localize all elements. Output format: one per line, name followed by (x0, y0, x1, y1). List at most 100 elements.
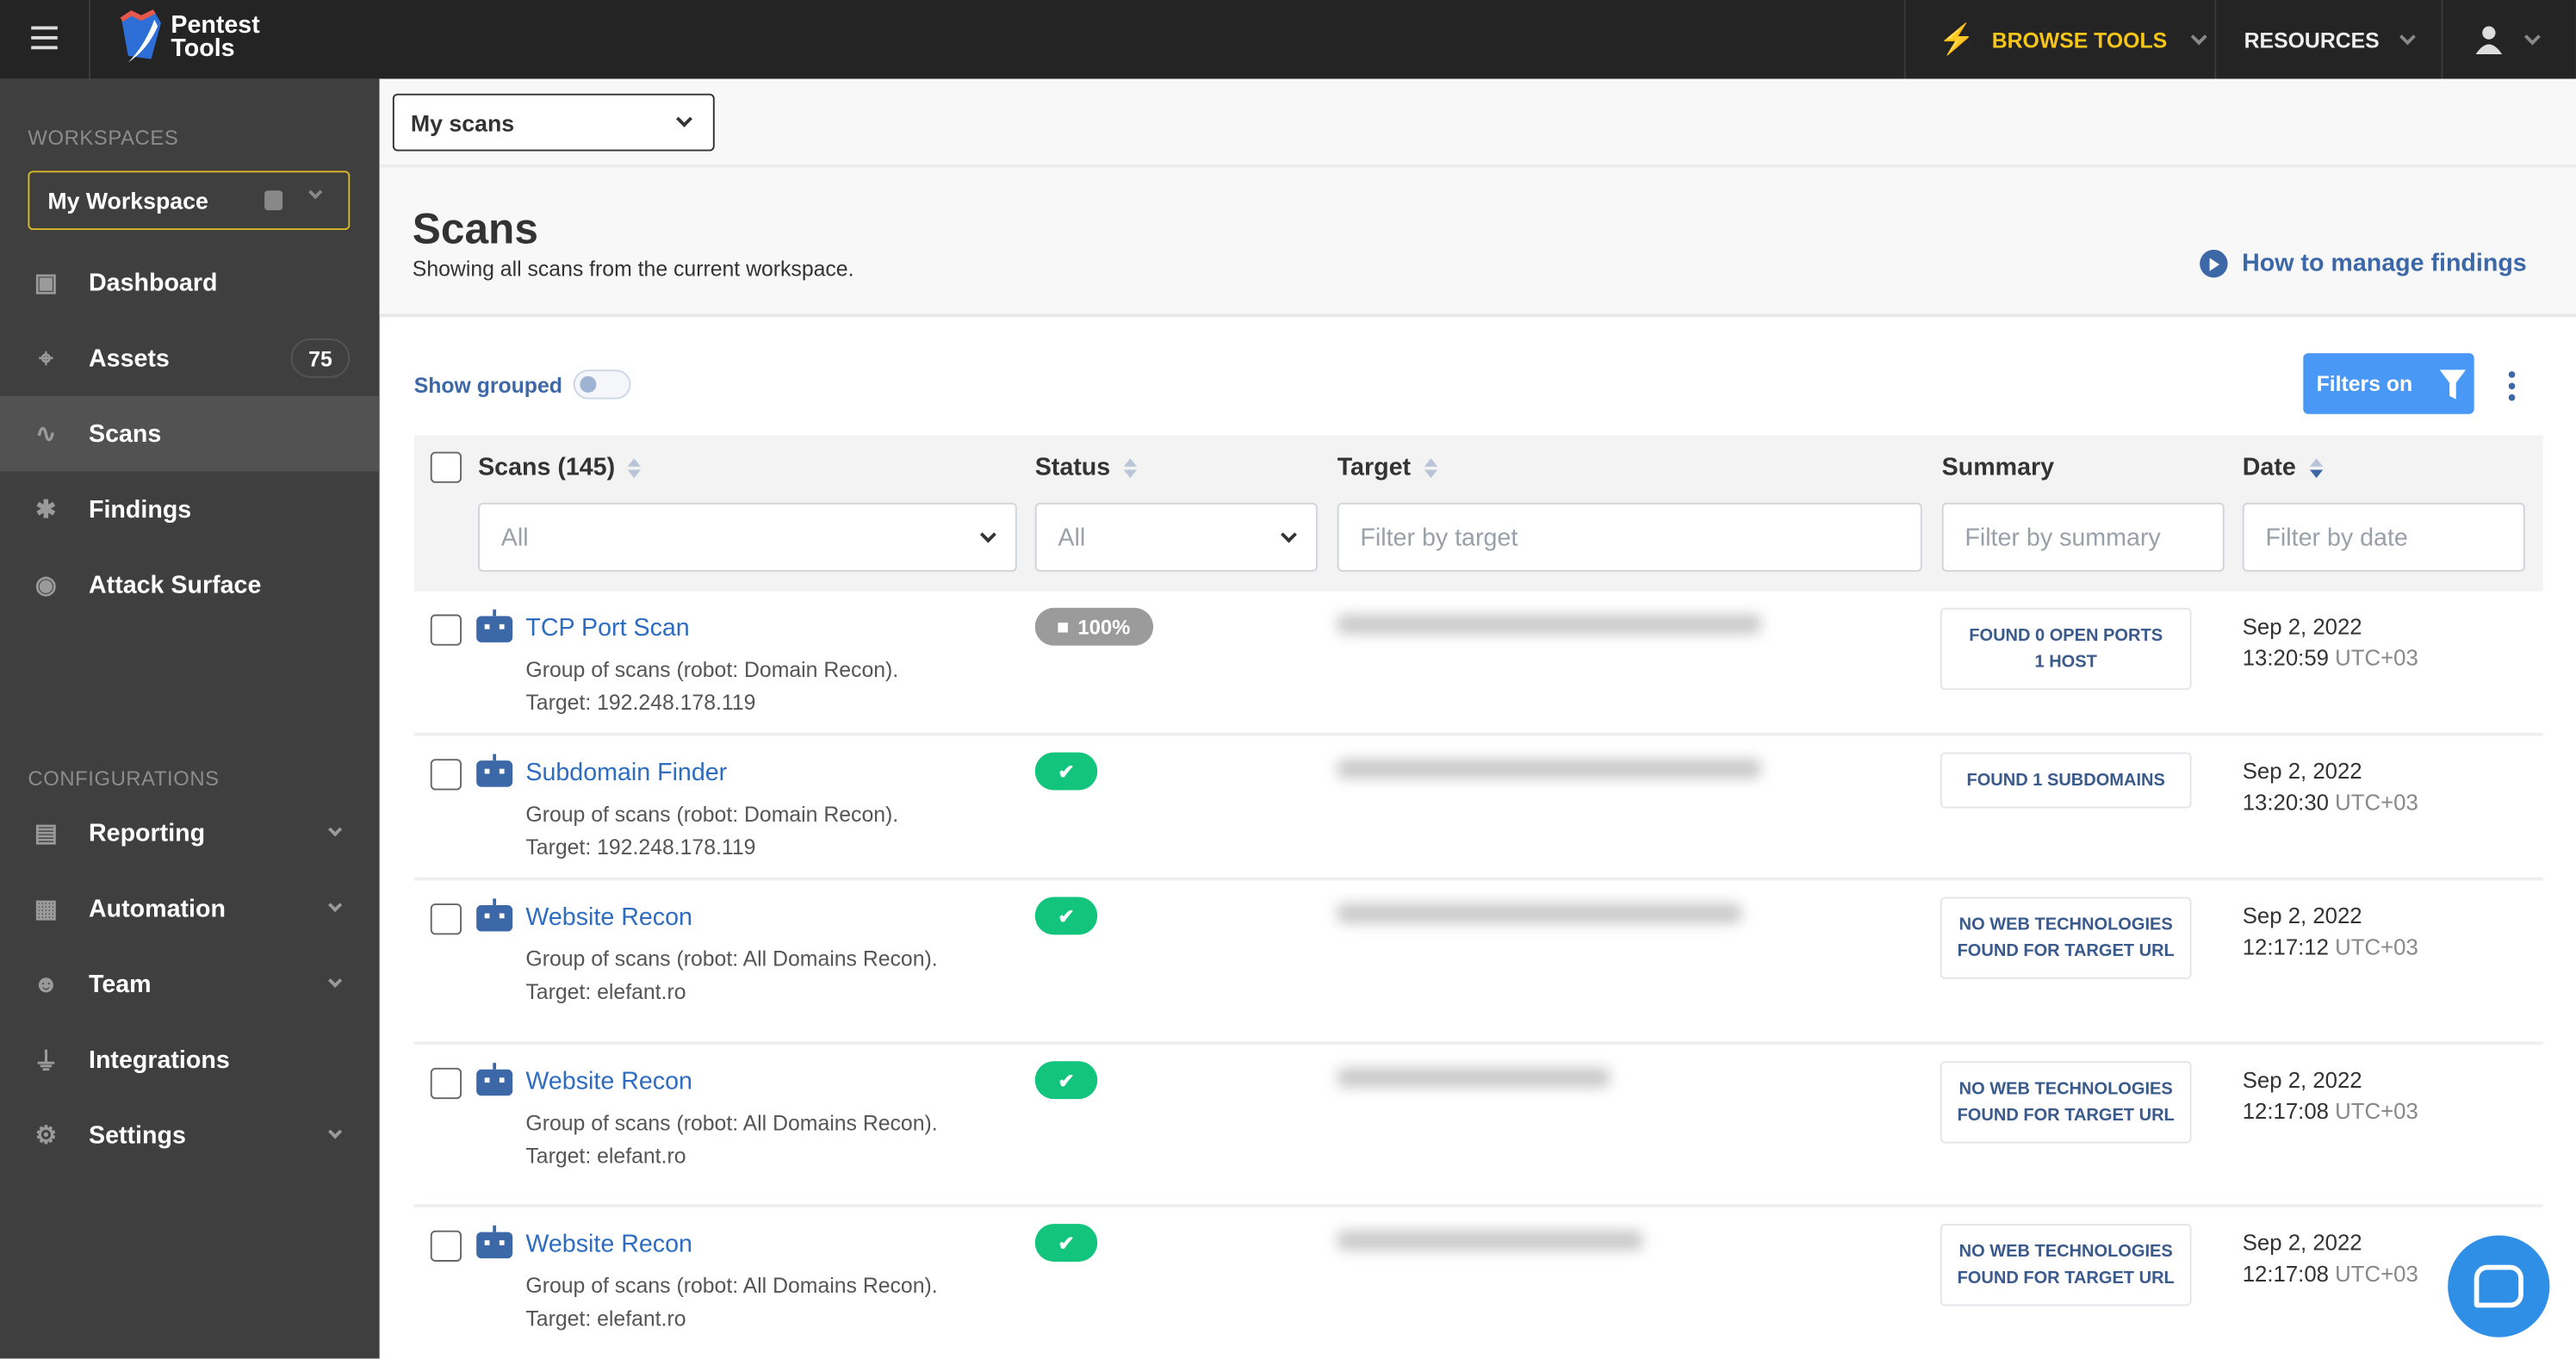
row-checkbox[interactable] (430, 903, 462, 935)
compass-icon: ◉ (34, 571, 57, 600)
scan-group: Group of scans (robot: Domain Recon). (525, 657, 899, 682)
target-filter-input[interactable]: Filter by target (1337, 502, 1922, 572)
status-badge-running: 100% (1034, 607, 1154, 646)
chevron-down-icon (979, 525, 996, 543)
scan-name-link[interactable]: Website Recon (525, 903, 692, 931)
resources-menu[interactable]: RESOURCES (2244, 0, 2417, 79)
user-icon (2475, 26, 2503, 54)
sidebar-item-attack-surface[interactable]: ◉ Attack Surface (0, 547, 380, 623)
sidebar-item-label: Team (89, 970, 152, 998)
sidebar-item-automation[interactable]: ▦ Automation (0, 871, 380, 946)
scans-filter-value: All (500, 523, 529, 551)
timezone: UTC+03 (2335, 790, 2418, 816)
shield-logo-icon (120, 9, 161, 63)
scan-target: Target: elefant.ro (525, 1306, 686, 1331)
summary-badge[interactable]: FOUND 0 OPEN PORTS 1 HOST (1940, 607, 2192, 691)
status-filter-select[interactable]: All (1034, 502, 1318, 572)
user-menu[interactable] (2474, 0, 2541, 79)
sidebar-item-assets[interactable]: ⌖ Assets 75 (0, 320, 380, 396)
summary-badge[interactable]: NO WEB TECHNOLOGIES FOUND FOR TARGET URL (1940, 1224, 2192, 1306)
scope-select[interactable]: My scans (392, 93, 715, 152)
status-badge-finished: ✔ (1034, 897, 1098, 935)
help-link-label: How to manage findings (2242, 249, 2527, 278)
check-icon: ✔ (1058, 904, 1075, 928)
select-all-checkbox[interactable] (430, 451, 462, 483)
date-value: Sep 2, 2022 (2242, 1067, 2362, 1093)
scan-date: Sep 2, 2022 13:20:59 UTC+03 (2243, 611, 2418, 673)
column-header-status[interactable]: Status (1035, 453, 1137, 481)
more-options-icon[interactable] (2508, 371, 2516, 401)
how-to-manage-findings-link[interactable]: How to manage findings (2199, 249, 2527, 278)
scan-name-link[interactable]: TCP Port Scan (525, 614, 689, 642)
sidebar-item-team[interactable]: ☻ Team (0, 946, 380, 1022)
time-value: 12:17:08 (2242, 1261, 2330, 1287)
sidebar-item-integrations[interactable]: ⏚ Integrations (0, 1021, 380, 1097)
scans-filter-select[interactable]: All (478, 502, 1017, 572)
row-checkbox[interactable] (430, 759, 462, 791)
hamburger-menu-icon[interactable] (31, 26, 58, 50)
scan-name-link[interactable]: Website Recon (525, 1231, 692, 1258)
row-checkbox[interactable] (430, 1067, 462, 1100)
scan-target: Target: elefant.ro (525, 1143, 686, 1169)
row-checkbox[interactable] (430, 1230, 462, 1262)
column-header-date[interactable]: Date (2243, 453, 2323, 481)
scan-group: Group of scans (robot: All Domains Recon… (525, 1273, 938, 1298)
sidebar-item-label: Settings (89, 1120, 186, 1150)
table-row[interactable]: TCP Port Scan Group of scans (robot: Dom… (413, 591, 2543, 736)
date-filter-input[interactable]: Filter by date (2242, 502, 2525, 572)
sort-icon (2309, 457, 2323, 478)
chevron-down-icon (676, 110, 692, 127)
chat-button[interactable] (2448, 1235, 2550, 1337)
scan-target: Target: 192.248.178.119 (525, 835, 756, 859)
blurred-target (1337, 903, 1741, 924)
resources-label: RESOURCES (2244, 27, 2380, 53)
target-header-label: Target (1337, 453, 1412, 481)
sidebar-item-settings[interactable]: ⚙ Settings (0, 1097, 380, 1173)
column-header-scans[interactable]: Scans (145) (478, 453, 642, 481)
scan-date: Sep 2, 2022 12:17:08 UTC+03 (2243, 1227, 2418, 1289)
page-header: My scans Scans Showing all scans from th… (379, 78, 2576, 318)
status-badge-finished: ✔ (1034, 1061, 1098, 1100)
sidebar-item-label: Attack Surface (89, 570, 262, 599)
page-subtitle: Showing all scans from the current works… (412, 256, 854, 282)
blurred-target (1337, 1230, 1643, 1250)
logo[interactable]: Pentest Tools (118, 9, 269, 65)
show-grouped-toggle[interactable]: Show grouped (414, 369, 632, 400)
sidebar-item-scans[interactable]: ∿ Scans (0, 395, 380, 472)
timezone: UTC+03 (2335, 1099, 2418, 1124)
browse-tools-menu[interactable]: ⚡ BROWSE TOOLS (1938, 0, 2207, 79)
robot-icon (476, 1063, 513, 1096)
chevron-down-icon (2190, 28, 2207, 45)
lightning-icon: ⚡ (1938, 22, 1976, 55)
workspace-select[interactable]: My Workspace (28, 171, 351, 231)
timezone: UTC+03 (2335, 645, 2418, 671)
dashboard-icon: ▣ (34, 269, 58, 298)
sidebar-item-dashboard[interactable]: ▣ Dashboard (0, 245, 380, 320)
summary-badge[interactable]: FOUND 1 SUBDOMAINS (1940, 752, 2192, 809)
scans-header-label: Scans (145) (478, 453, 616, 481)
progress-value: 100% (1077, 615, 1131, 639)
column-header-target[interactable]: Target (1338, 453, 1437, 481)
summary-filter-input[interactable]: Filter by summary (1941, 502, 2225, 572)
sidebar-item-reporting[interactable]: ▤ Reporting (0, 795, 380, 871)
bug-icon: ✱ (35, 496, 57, 524)
row-checkbox[interactable] (430, 614, 462, 646)
filters-on-button[interactable]: Filters on (2303, 353, 2474, 414)
chevron-down-icon (308, 185, 323, 200)
chevron-down-icon (2399, 28, 2417, 45)
table-row[interactable]: Subdomain Finder Group of scans (robot: … (413, 735, 2543, 881)
table-row[interactable]: Website Recon Group of scans (robot: All… (413, 880, 2543, 1046)
table-row[interactable]: Website Recon Group of scans (robot: All… (413, 1045, 2543, 1208)
scan-name-link[interactable]: Website Recon (525, 1068, 692, 1095)
check-icon: ✔ (1058, 1068, 1075, 1092)
summary-badge[interactable]: NO WEB TECHNOLOGIES FOUND FOR TARGET URL (1940, 1061, 2192, 1144)
scan-name-link[interactable]: Subdomain Finder (525, 759, 727, 786)
summary-badge[interactable]: NO WEB TECHNOLOGIES FOUND FOR TARGET URL (1940, 897, 2192, 979)
time-value: 13:20:30 (2242, 790, 2330, 816)
table-row[interactable]: Website Recon Group of scans (robot: All… (413, 1207, 2543, 1359)
sidebar-item-findings[interactable]: ✱ Findings (0, 471, 380, 547)
toggle-switch[interactable] (574, 369, 632, 400)
scan-target: Target: 192.248.178.119 (525, 690, 756, 715)
status-filter-value: All (1058, 523, 1086, 551)
play-icon (2199, 249, 2227, 278)
